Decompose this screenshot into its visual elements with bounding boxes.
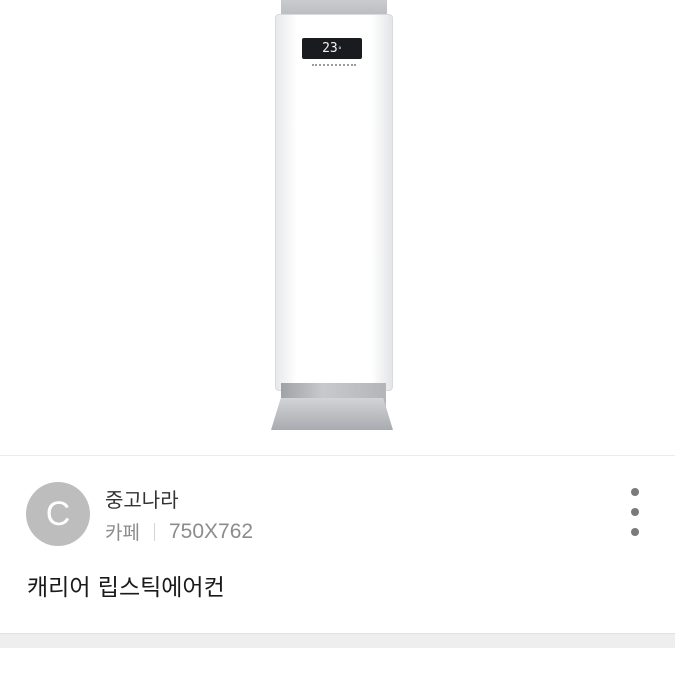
more-vertical-icon[interactable] xyxy=(620,488,650,536)
result-title[interactable]: 캐리어 립스틱에어컨 xyxy=(27,568,225,602)
product-image[interactable]: 23° xyxy=(0,0,675,455)
temperature-display: 23° xyxy=(302,38,362,59)
temperature-value: 23 xyxy=(322,41,338,56)
air-conditioner-body xyxy=(275,14,393,391)
image-size: 750X762 xyxy=(168,519,254,543)
divider xyxy=(0,455,675,456)
more-dot xyxy=(631,528,639,536)
meta-separator xyxy=(153,522,155,541)
source-type: 카페 xyxy=(105,522,140,544)
source-name[interactable]: 중고나라 xyxy=(105,484,179,513)
more-dot xyxy=(631,488,639,496)
display-indicator-dots xyxy=(312,64,356,69)
more-dot xyxy=(631,508,639,516)
bottom-separator-band xyxy=(0,633,675,648)
air-conditioner-base xyxy=(271,398,393,430)
source-meta: 카페 750X762 xyxy=(105,518,253,545)
temperature-unit: ° xyxy=(337,46,342,54)
source-avatar[interactable]: C xyxy=(26,482,90,546)
avatar-letter: C xyxy=(45,495,71,533)
